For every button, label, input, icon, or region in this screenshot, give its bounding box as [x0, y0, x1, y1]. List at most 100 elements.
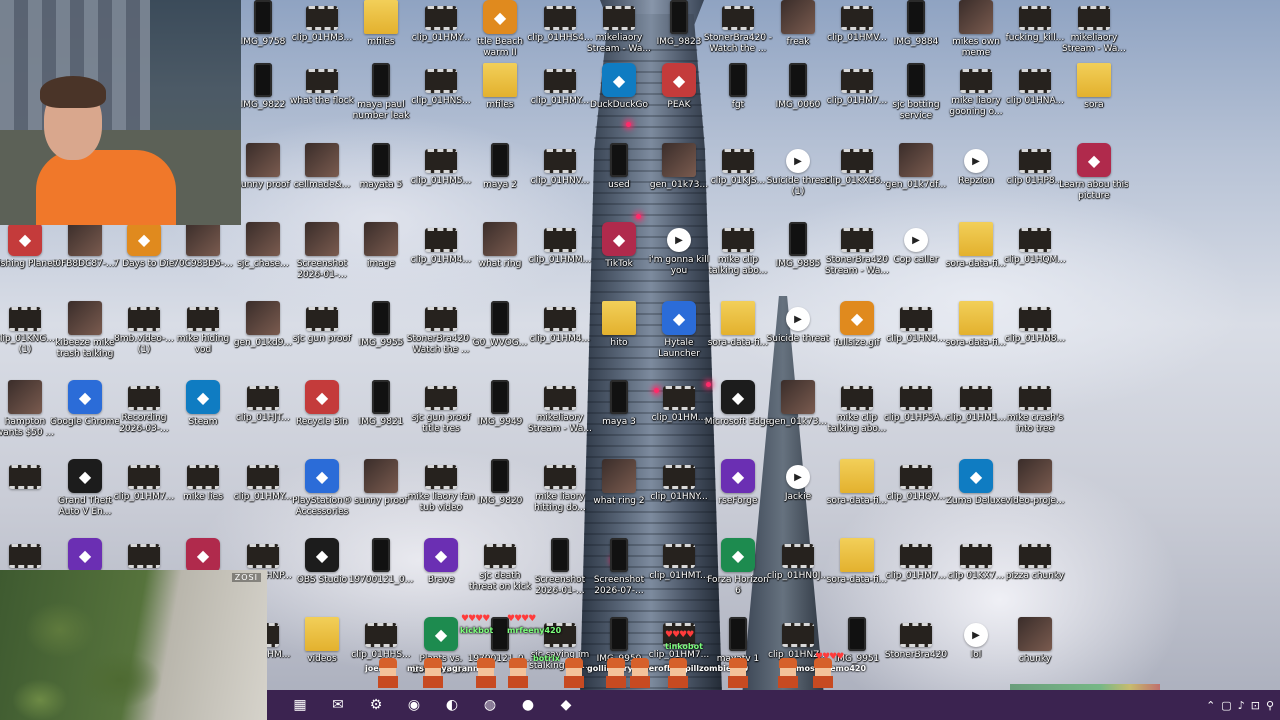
desktop-icon[interactable]: video-proje...: [1000, 459, 1070, 507]
desktop-icon[interactable]: pizza chunky: [1000, 538, 1070, 582]
edge-icon[interactable]: ◐: [437, 690, 467, 720]
image-file-icon: [8, 380, 42, 414]
steam-icon[interactable]: ◍: [475, 690, 505, 720]
media-file-icon: ▶: [904, 228, 928, 252]
video-file-icon: [841, 386, 873, 410]
app-shortcut-icon: ◆: [68, 538, 102, 572]
folder-icon: [721, 301, 755, 335]
file-explorer-icon[interactable]: ▦: [285, 690, 315, 720]
chatter-avatar: [775, 658, 801, 690]
desktop-icon[interactable]: clip_01HM8...: [1000, 301, 1070, 345]
image-file-icon: [364, 222, 398, 256]
image-file-icon: [372, 538, 390, 572]
system-tray: ⌃ ▢ ♪ ⊡ ⚲: [1206, 690, 1274, 720]
security-camera-overlay: ZOSI: [0, 570, 267, 720]
image-file-icon: [68, 301, 102, 335]
image-file-icon: [483, 222, 517, 256]
app-shortcut-icon: ◆: [1077, 143, 1111, 177]
image-file-icon: [602, 459, 636, 493]
image-file-icon: [781, 380, 815, 414]
video-file-icon: [425, 386, 457, 410]
folder-icon: [483, 63, 517, 97]
chatter-hearts: ♥♥♥♥: [461, 614, 490, 624]
image-file-icon: [551, 538, 569, 572]
desktop-icon-label: clip_01HM8...: [1004, 334, 1066, 344]
app-shortcut-icon: ◆: [662, 63, 696, 97]
desktop-icon-label: video-proje...: [1005, 496, 1065, 506]
image-file-icon: [491, 459, 509, 493]
video-file-icon: [960, 69, 992, 93]
video-file-icon: [900, 544, 932, 568]
video-file-icon: [1019, 149, 1051, 173]
video-file-icon: [306, 307, 338, 331]
tray-icon[interactable]: ♪: [1238, 699, 1245, 712]
video-file-icon: [900, 465, 932, 489]
tray-icon[interactable]: ⊡: [1251, 699, 1260, 712]
desktop-icon[interactable]: chunky: [1000, 617, 1070, 665]
video-file-icon: [247, 544, 279, 568]
video-file-icon: [544, 69, 576, 93]
app-shortcut-icon: ◆: [305, 459, 339, 493]
video-file-icon: [187, 307, 219, 331]
image-file-icon: [610, 143, 628, 177]
desktop-icon[interactable]: mike crash's into tree: [1000, 380, 1070, 435]
video-file-icon: [9, 544, 41, 568]
video-file-icon: [425, 6, 457, 30]
video-file-icon: [306, 6, 338, 30]
image-file-icon: [372, 63, 390, 97]
chatter-name: tinkobot: [665, 642, 703, 651]
desktop-icon[interactable]: ◆ Learn abou this picture: [1059, 143, 1129, 202]
tray-icon[interactable]: ⚲: [1266, 699, 1274, 712]
video-file-icon: [544, 6, 576, 30]
video-file-icon: [9, 307, 41, 331]
desktop-icon[interactable]: sora: [1059, 63, 1129, 111]
desktop-icon-label: mikeliaory Stream - Wa...: [1062, 33, 1126, 54]
video-file-icon: [247, 465, 279, 489]
outlook-icon[interactable]: ✉: [323, 690, 353, 720]
chatter-avatar: [473, 658, 499, 690]
image-file-icon: [305, 222, 339, 256]
image-file-icon: [364, 459, 398, 493]
video-file-icon: [900, 386, 932, 410]
firefox-icon[interactable]: ◉: [399, 690, 429, 720]
folder-icon: [959, 222, 993, 256]
chatter-avatar: [505, 658, 531, 690]
media-file-icon: ▶: [964, 623, 988, 647]
video-file-icon: [663, 386, 695, 410]
taskbar: ▦ ✉ ⚙ ◉ ◐ ◍ ● ◆ ⌃ ▢ ♪ ⊡ ⚲: [267, 690, 1280, 720]
chatter-avatar: [603, 658, 629, 690]
video-file-icon: [425, 149, 457, 173]
video-file-icon: [663, 465, 695, 489]
store-icon[interactable]: ◆: [551, 690, 581, 720]
app-shortcut-icon: ◆: [8, 222, 42, 256]
image-file-icon: [729, 63, 747, 97]
media-file-icon: ▶: [786, 465, 810, 489]
desktop-icon-label: sora: [1084, 100, 1104, 110]
app-shortcut-icon: ◆: [424, 538, 458, 572]
folder-icon: [840, 538, 874, 572]
video-file-icon: [1078, 6, 1110, 30]
video-file-icon: [128, 307, 160, 331]
tray-icon[interactable]: ⌃: [1206, 699, 1215, 712]
video-file-icon: [247, 386, 279, 410]
video-file-icon: [960, 386, 992, 410]
app-shortcut-icon: ◆: [186, 380, 220, 414]
settings-icon[interactable]: ⚙: [361, 690, 391, 720]
obs-icon[interactable]: ●: [513, 690, 543, 720]
desktop-icon[interactable]: mikeliaory Stream - Wa...: [1059, 0, 1129, 55]
tray-icon[interactable]: ▢: [1221, 699, 1231, 712]
video-file-icon: [425, 307, 457, 331]
image-file-icon: [662, 143, 696, 177]
chat-sprites-overlay: kickbot mrfeeny420 joemc mrstealyagranny bot…: [365, 612, 905, 692]
chatter-avatar: [561, 658, 587, 690]
app-shortcut-icon: ◆: [840, 301, 874, 335]
chatter-avatar: [810, 658, 836, 690]
app-shortcut-icon: ◆: [602, 63, 636, 97]
app-shortcut-icon: ◆: [662, 301, 696, 335]
video-file-icon: [603, 6, 635, 30]
app-shortcut-icon: ◆: [186, 538, 220, 572]
media-file-icon: ▶: [786, 149, 810, 173]
image-file-icon: [372, 380, 390, 414]
image-file-icon: [899, 143, 933, 177]
desktop-icon[interactable]: clip_01HQM...: [1000, 222, 1070, 266]
